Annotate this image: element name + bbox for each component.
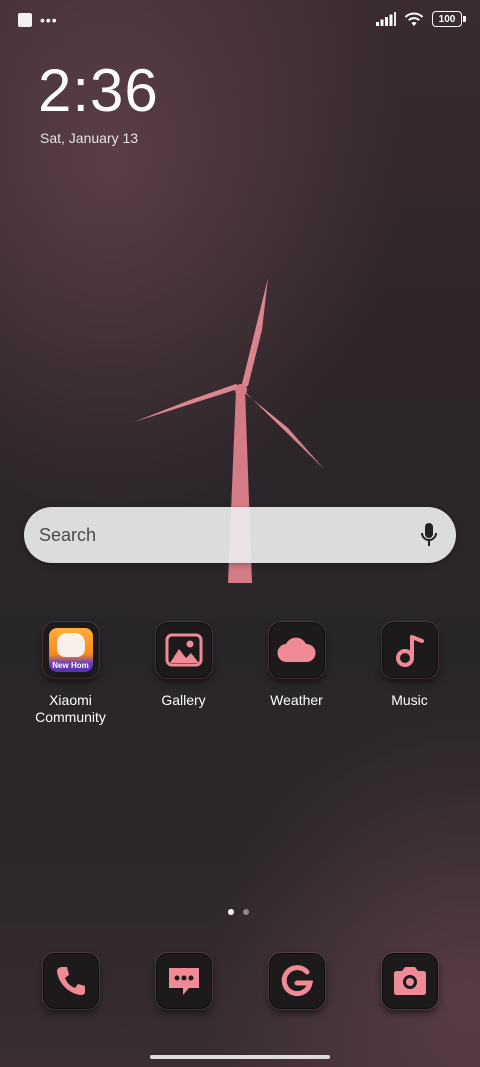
dock-phone[interactable] xyxy=(14,953,127,1009)
app-label: Xiaomi Community xyxy=(35,692,106,725)
app-label: Gallery xyxy=(161,692,206,708)
battery-level: 100 xyxy=(438,13,456,25)
clock-time[interactable]: 2:36 xyxy=(38,56,159,126)
dock-camera[interactable] xyxy=(353,953,466,1009)
wifi-icon xyxy=(404,12,424,26)
page-dot-2 xyxy=(243,909,249,915)
weather-icon[interactable] xyxy=(268,622,325,678)
dock-messages[interactable] xyxy=(127,953,240,1009)
app-xiaomi-community[interactable]: New Hom Xiaomi Community xyxy=(14,622,127,726)
app-weather[interactable]: Weather xyxy=(240,622,353,709)
dock-google[interactable] xyxy=(240,953,353,1009)
status-bar: ••• 100 xyxy=(0,0,480,40)
status-left: ••• xyxy=(18,13,58,27)
google-icon[interactable] xyxy=(268,953,325,1009)
xiaomi-community-badge: New Hom xyxy=(52,661,89,670)
signal-icon xyxy=(376,12,396,26)
clock-date[interactable]: Sat, January 13 xyxy=(40,130,138,146)
xiaomi-community-icon[interactable]: New Hom xyxy=(42,622,99,678)
microphone-icon[interactable] xyxy=(420,522,438,548)
app-gallery[interactable]: Gallery xyxy=(127,622,240,709)
search-bar[interactable]: Search xyxy=(24,507,456,563)
home-indicator[interactable] xyxy=(150,1055,330,1059)
app-music[interactable]: Music xyxy=(353,622,466,709)
search-input[interactable]: Search xyxy=(39,525,96,546)
more-notifications-icon: ••• xyxy=(40,12,58,28)
status-right: 100 xyxy=(376,11,466,27)
messages-icon[interactable] xyxy=(155,953,212,1009)
page-dot-1 xyxy=(228,909,234,915)
notification-icon xyxy=(18,13,32,27)
app-label: Music xyxy=(391,692,428,708)
gallery-icon[interactable] xyxy=(155,622,212,678)
page-indicator xyxy=(228,909,249,915)
music-icon[interactable] xyxy=(381,622,438,678)
battery-icon: 100 xyxy=(432,11,466,27)
app-label: Weather xyxy=(270,692,323,708)
phone-icon[interactable] xyxy=(42,953,99,1009)
camera-icon[interactable] xyxy=(381,953,438,1009)
